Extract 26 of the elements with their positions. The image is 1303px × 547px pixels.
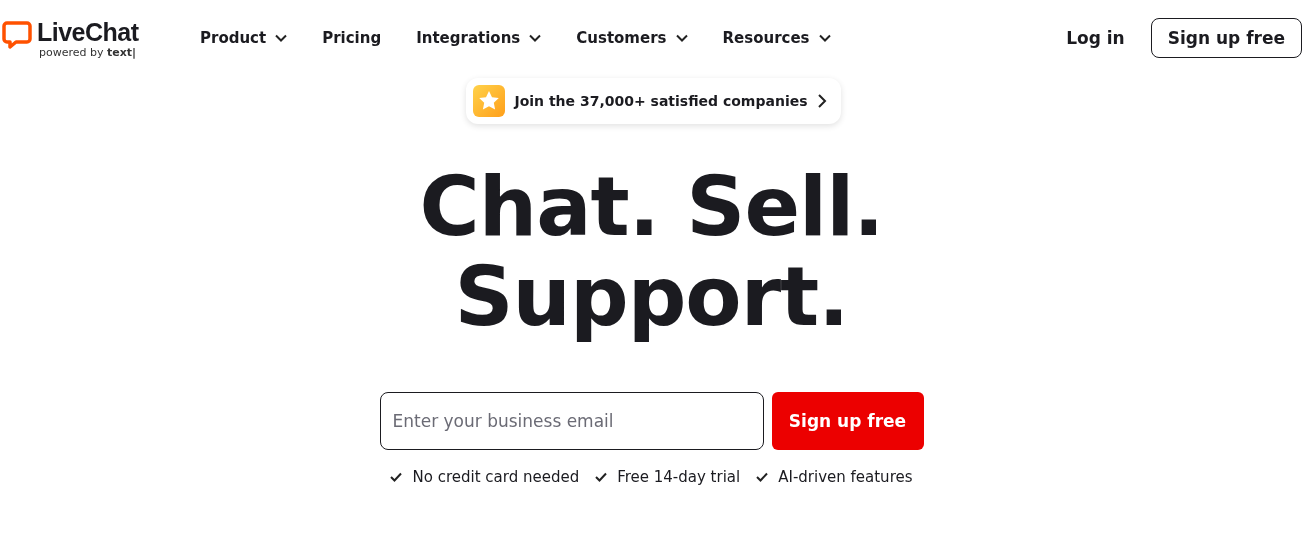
logo-name: LiveChat bbox=[37, 17, 139, 46]
feature-text: AI-driven features bbox=[778, 468, 913, 486]
chevron-down-icon bbox=[529, 34, 542, 42]
chevron-down-icon bbox=[275, 34, 288, 42]
check-icon bbox=[595, 472, 608, 482]
check-icon bbox=[390, 472, 403, 482]
nav-menu[interactable]: Product bbox=[200, 21, 288, 55]
logo-tagline: powered by text| bbox=[39, 45, 138, 59]
login-link[interactable]: Log in bbox=[1066, 28, 1125, 48]
chevron-down-icon bbox=[675, 34, 688, 42]
nav-menu[interactable]: Integrations bbox=[416, 21, 542, 55]
signup-button[interactable]: Sign up free bbox=[1150, 18, 1302, 58]
chevron-down-icon bbox=[818, 34, 831, 42]
check-icon bbox=[756, 472, 769, 482]
feature-text: Free 14-day trial bbox=[617, 468, 741, 486]
email-field[interactable]: Enter your business email bbox=[379, 392, 764, 450]
badge-text: Join the 37,000+ satisfied companies bbox=[514, 93, 808, 109]
nav-menu[interactable]: Customers bbox=[576, 21, 688, 55]
companies-badge[interactable]: Join the 37,000+ satisfied companies bbox=[466, 78, 841, 124]
chevron-right-icon bbox=[816, 93, 827, 109]
headline: Chat. Sell. Support. bbox=[419, 162, 884, 342]
nav-link[interactable]: Pricing bbox=[322, 21, 382, 55]
feature-text: No credit card needed bbox=[412, 468, 580, 486]
nav-menu[interactable]: Resources bbox=[722, 21, 831, 55]
signup-button[interactable]: Sign up free bbox=[771, 392, 924, 450]
chat-bubble-icon bbox=[2, 19, 32, 50]
